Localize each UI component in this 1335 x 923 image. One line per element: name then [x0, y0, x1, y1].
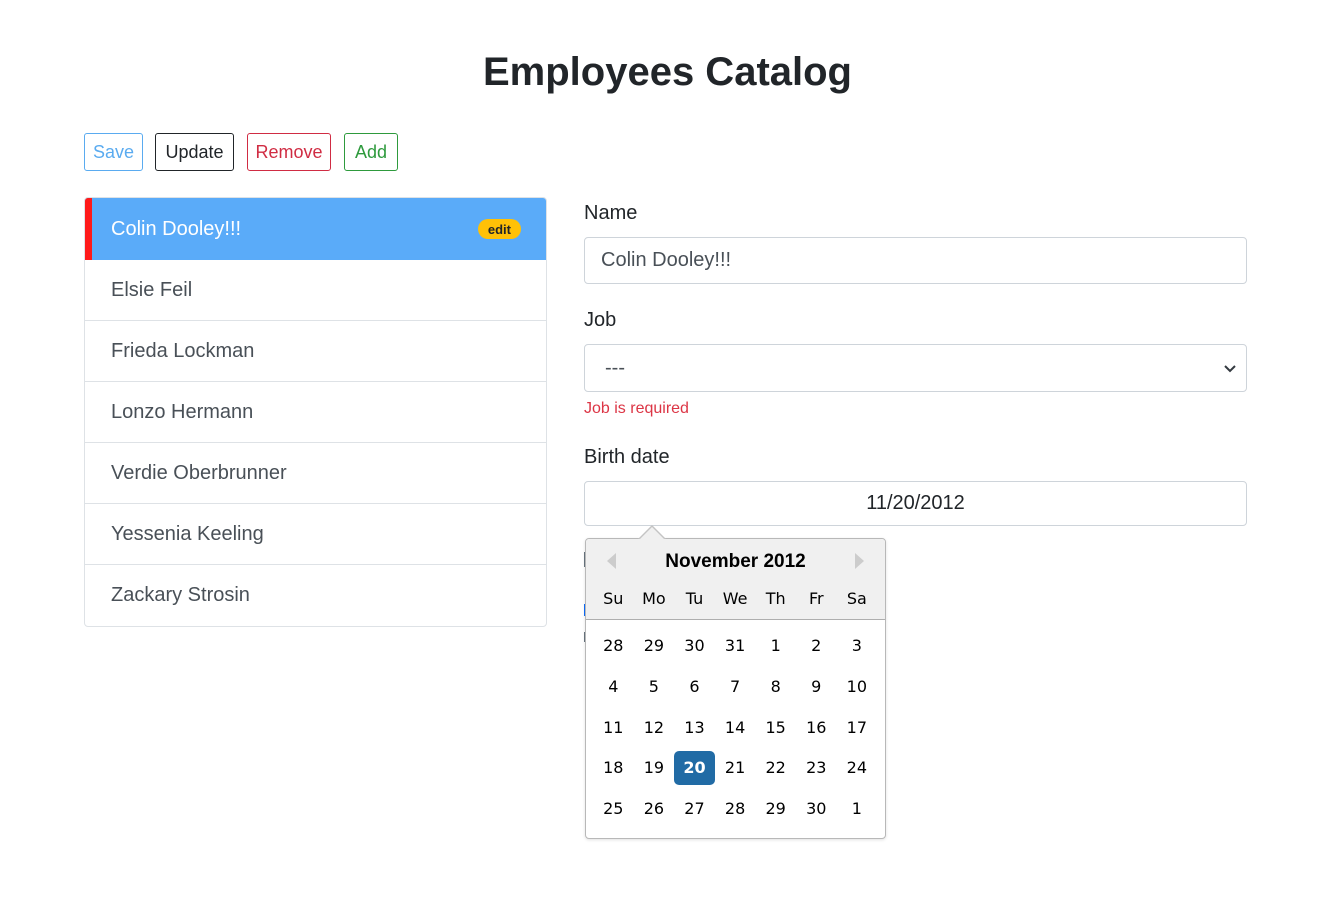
name-label: Name — [584, 202, 638, 224]
employee-list-item[interactable]: Zackary Strosin — [85, 565, 546, 626]
job-label: Job — [584, 309, 617, 331]
update-button[interactable]: Update — [155, 133, 234, 171]
employee-name: Frieda Lockman — [111, 339, 255, 362]
datepicker-day[interactable]: 9 — [796, 670, 837, 704]
edit-badge: edit — [477, 219, 521, 239]
datepicker-day[interactable]: 10 — [837, 670, 878, 704]
datepicker-day[interactable]: 18 — [593, 751, 634, 785]
employee-name: Verdie Oberbrunner — [111, 461, 287, 484]
datepicker-day[interactable]: 7 — [715, 670, 756, 704]
datepicker-week-row: 28 29 30 31 1 2 3 — [593, 629, 877, 670]
datepicker-week-row: 25 26 27 28 29 30 1 — [593, 792, 877, 833]
employee-name: Elsie Feil — [111, 278, 193, 301]
datepicker-day[interactable]: 30 — [796, 792, 837, 826]
datepicker-popup: November 2012 Su Mo Tu We Th Fr Sa 28 29 30 31 1 2 3… — [585, 525, 886, 839]
datepicker-day[interactable]: 14 — [715, 711, 756, 745]
remove-button[interactable]: Remove — [247, 133, 331, 171]
datepicker-week-row: 4 5 6 7 8 9 10 — [593, 670, 877, 711]
employee-list-item[interactable]: Elsie Feil — [85, 260, 546, 321]
employee-list-item[interactable]: Yessenia Keeling — [85, 504, 546, 565]
employee-list: Colin Dooley!!! edit Elsie Feil Frieda L… — [84, 197, 547, 627]
datepicker-day[interactable]: 8 — [755, 670, 796, 704]
datepicker-day[interactable]: 28 — [715, 792, 756, 826]
page-title: Employees Catalog — [482, 50, 852, 94]
weekday-label: Su — [603, 589, 624, 608]
datepicker-day[interactable]: 5 — [634, 670, 675, 704]
weekday-label: We — [722, 589, 748, 608]
employee-list-item[interactable]: Lonzo Hermann — [85, 382, 546, 443]
employee-list-item[interactable]: Frieda Lockman — [85, 321, 546, 382]
datepicker-day-grid: 28 29 30 31 1 2 3 4 5 6 7 8 9 10 11 12 13 14 15 16 17 18 19 20 2… — [593, 629, 877, 833]
add-button[interactable]: Add — [344, 133, 398, 171]
weekday-label: Tu — [685, 589, 704, 608]
name-input-value: Colin Dooley!!! — [601, 249, 732, 271]
datepicker-day[interactable]: 6 — [674, 670, 715, 704]
datepicker-day[interactable]: 17 — [837, 711, 878, 745]
datepicker-day[interactable]: 22 — [755, 751, 796, 785]
datepicker-day-selected[interactable]: 20 — [674, 751, 715, 786]
employee-list-item-active[interactable]: Colin Dooley!!! edit — [85, 198, 546, 260]
datepicker-day[interactable]: 23 — [796, 751, 837, 785]
datepicker-day[interactable]: 11 — [593, 711, 634, 745]
datepicker-day[interactable]: 26 — [634, 792, 675, 826]
datepicker-day[interactable]: 1 — [837, 792, 878, 826]
job-select[interactable]: --- — [584, 344, 1247, 392]
datepicker-day[interactable]: 28 — [593, 629, 634, 663]
datepicker-day[interactable]: 12 — [634, 711, 675, 745]
datepicker-day[interactable]: 29 — [634, 629, 675, 663]
save-button[interactable]: Save — [84, 133, 143, 171]
chevron-down-icon — [1224, 359, 1236, 385]
employee-list-item[interactable]: Verdie Oberbrunner — [85, 443, 546, 504]
employee-name: Lonzo Hermann — [111, 400, 254, 423]
weekday-label: Sa — [846, 589, 867, 608]
weekday-label: Fr — [808, 589, 824, 608]
employee-name: Zackary Strosin — [111, 584, 250, 606]
weekday-label: Th — [765, 589, 786, 608]
job-error-message: Job is required — [584, 400, 689, 417]
datepicker-day[interactable]: 13 — [674, 711, 715, 745]
datepicker-day[interactable]: 31 — [715, 629, 756, 663]
datepicker-day[interactable]: 19 — [634, 751, 675, 785]
datepicker-week-row: 11 12 13 14 15 16 17 — [593, 711, 877, 752]
birth-date-input[interactable]: 11/20/2012 — [584, 481, 1247, 526]
datepicker-day[interactable]: 16 — [796, 711, 837, 745]
datepicker-day[interactable]: 25 — [593, 792, 634, 826]
employee-name: Colin Dooley!!! — [111, 217, 242, 240]
weekday-label: Mo — [642, 589, 666, 608]
datepicker-day[interactable]: 21 — [715, 751, 756, 785]
datepicker-header: November 2012 Su Mo Tu We Th Fr Sa — [586, 539, 885, 620]
birth-date-value: 11/20/2012 — [866, 492, 965, 514]
datepicker-day[interactable]: 29 — [755, 792, 796, 826]
datepicker-day[interactable]: 2 — [796, 629, 837, 663]
datepicker-day[interactable]: 3 — [837, 629, 878, 663]
datepicker-day[interactable]: 27 — [674, 792, 715, 826]
datepicker-day[interactable]: 15 — [755, 711, 796, 745]
datepicker-day[interactable]: 30 — [674, 629, 715, 663]
datepicker-day[interactable]: 4 — [593, 670, 634, 704]
datepicker-day[interactable]: 24 — [837, 751, 878, 785]
datepicker-week-row: 18 19 20 21 22 23 24 — [593, 751, 877, 792]
name-input[interactable]: Colin Dooley!!! — [584, 237, 1247, 284]
next-month-icon[interactable] — [855, 553, 864, 569]
datepicker-day[interactable]: 1 — [755, 629, 796, 663]
datepicker-weekday-row: Su Mo Tu We Th Fr Sa — [593, 589, 877, 608]
datepicker-month-label: November 2012 — [665, 551, 806, 572]
birth-date-label: Birth date — [584, 446, 670, 468]
job-select-value: --- — [605, 356, 625, 379]
employee-name: Yessenia Keeling — [111, 522, 264, 545]
